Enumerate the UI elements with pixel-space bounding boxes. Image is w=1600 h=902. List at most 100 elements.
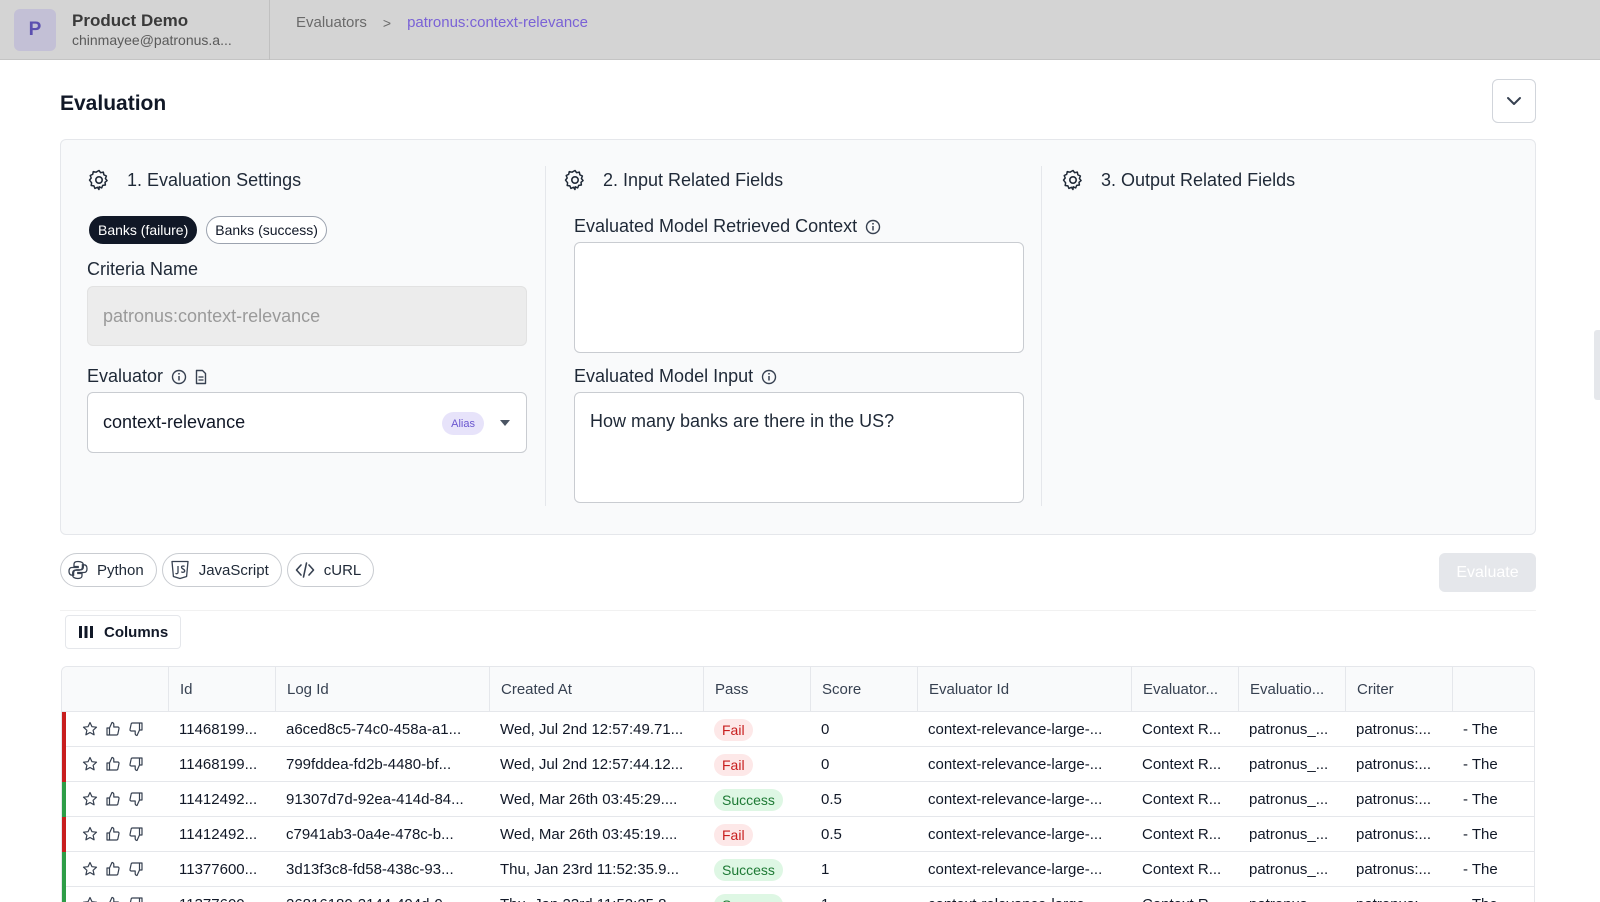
table-row[interactable]: 11412492... 91307d7d-92ea-414d-84... Wed, … — [62, 782, 1534, 817]
cell-text: - The — [1463, 721, 1498, 738]
column-header[interactable]: Evaluator... — [1131, 667, 1238, 712]
evaluation-title: Evaluation — [60, 92, 167, 115]
breadcrumb-separator: > — [382, 14, 392, 31]
cell-text: Context R... — [1142, 791, 1222, 808]
cell-text: 0 — [821, 756, 830, 773]
evaluator-select[interactable]: context-relevance Alias — [87, 392, 527, 453]
python-button[interactable]: Python — [60, 553, 157, 587]
side-panel-handle[interactable] — [1594, 330, 1600, 400]
cell-pass: Success — [703, 782, 810, 817]
cell-text: Context R... — [1142, 721, 1222, 738]
criteria-name-label: Criteria Name — [87, 259, 199, 279]
cell-text: 799fddea-fd2b-4480-bf... — [286, 756, 452, 773]
thumbs-up-icon[interactable] — [105, 896, 121, 902]
cell-text: Wed, Mar 26th 03:45:29.... — [500, 791, 678, 808]
thumbs-up-icon[interactable] — [105, 791, 121, 807]
column-header — [62, 667, 168, 712]
curl-button[interactable]: cURL — [286, 553, 375, 587]
columns-button[interactable]: Columns — [65, 615, 182, 649]
column-header[interactable]: Score — [810, 667, 917, 712]
thumbs-up-icon[interactable] — [105, 756, 121, 772]
python-icon — [68, 560, 88, 580]
evaluation-settings-title: 1. Evaluation Settings — [127, 169, 302, 190]
cell-id: 11412492... — [168, 782, 275, 817]
column-header[interactable]: Created At — [489, 667, 703, 712]
column-header[interactable]: Evaluatio... — [1238, 667, 1345, 712]
cell-text: a6ced8c5-74c0-458a-a1... — [286, 721, 462, 738]
column-header[interactable]: Criter — [1345, 667, 1452, 712]
chip-banks-failure[interactable]: Banks (failure) — [89, 216, 198, 244]
star-icon[interactable] — [82, 756, 98, 772]
breadcrumb-current[interactable]: patronus:context-relevance — [407, 14, 588, 31]
retrieved-context-textarea[interactable] — [574, 242, 1024, 353]
cell-evaluator: Context R... — [1131, 782, 1238, 817]
cell-evaluator-id: context-relevance-large-... — [917, 712, 1131, 747]
table-toolbar-divider — [60, 610, 1536, 611]
table-row[interactable]: 11468199... 799fddea-fd2b-4480-bf... Wed, … — [62, 747, 1534, 782]
cell-text: patronus_... — [1249, 721, 1329, 738]
cell-text: 91307d7d-92ea-414d-84... — [286, 791, 464, 808]
cell-evaluator: Context R... — [1131, 712, 1238, 747]
thumbs-down-icon[interactable] — [128, 826, 144, 842]
table-row[interactable]: 11412492... c7941ab3-0a4e-478c-b... Wed, M… — [62, 817, 1534, 852]
thumbs-up-icon[interactable] — [105, 826, 121, 842]
info-icon[interactable] — [761, 369, 777, 385]
thumbs-down-icon[interactable] — [128, 721, 144, 737]
chip-banks-success[interactable]: Banks (success) — [206, 216, 327, 244]
table-header: Id Log Id Created At Pass Score Evaluator Id E… — [62, 667, 1534, 712]
output-fields-section: 3. Output Related Fields — [1061, 166, 1501, 194]
cell-text: Context R... — [1142, 756, 1222, 773]
thumbs-down-icon[interactable] — [128, 791, 144, 807]
star-icon[interactable] — [82, 791, 98, 807]
column-header[interactable]: Id — [168, 667, 275, 712]
cell-text: 11468199... — [179, 756, 258, 773]
cell-text: 11377600... — [179, 896, 257, 902]
table-row[interactable]: 11377600... 26816180-2144-494d-9... Thu, J… — [62, 887, 1534, 902]
document-icon[interactable] — [193, 369, 209, 385]
info-icon[interactable] — [171, 369, 187, 385]
info-icon[interactable] — [865, 219, 881, 235]
column-header[interactable]: Log Id — [275, 667, 489, 712]
thumbs-down-icon[interactable] — [128, 756, 144, 772]
cell-criteria: patronus:... — [1345, 852, 1452, 887]
thumbs-up-icon[interactable] — [105, 861, 121, 877]
evaluate-button[interactable]: Evaluate — [1439, 553, 1536, 592]
cell-evaluator-id: context-relevance-large-... — [917, 747, 1131, 782]
workspace-switcher[interactable]: P Product Demo chinmayee@patronus.a... — [0, 0, 270, 60]
row-actions — [82, 896, 144, 902]
cell-score: 0.5 — [810, 817, 917, 852]
star-icon[interactable] — [82, 896, 98, 902]
cell-evaluation: patronus_... — [1238, 817, 1345, 852]
thumbs-up-icon[interactable] — [105, 721, 121, 737]
star-icon[interactable] — [82, 826, 98, 842]
cell-created-at: Thu, Jan 23rd 11:52:25.8... — [489, 887, 703, 902]
collapse-button[interactable] — [1492, 79, 1536, 123]
table-row[interactable]: 11468199... a6ced8c5-74c0-458a-a1... Wed, … — [62, 712, 1534, 747]
cell-evaluation: patronus_... — [1238, 887, 1345, 902]
input-fields-section: 2. Input Related Fields — [563, 166, 1003, 194]
cell-text: 1 — [821, 861, 830, 878]
table-row[interactable]: 11377600... 3d13f3c8-fd58-438c-93... Thu, … — [62, 852, 1534, 887]
row-actions — [82, 791, 144, 807]
star-icon[interactable] — [82, 861, 98, 877]
breadcrumb-evaluators[interactable]: Evaluators — [296, 14, 367, 31]
code-snippet-buttons: Python JavaScript cURL — [60, 553, 375, 587]
thumbs-down-icon[interactable] — [128, 861, 144, 877]
cell-pass: Fail — [703, 817, 810, 852]
columns-label: Columns — [104, 623, 169, 641]
pass-badge: Success — [714, 858, 783, 881]
star-icon[interactable] — [82, 721, 98, 737]
status-indicator-bar — [62, 712, 66, 747]
settings-gear-icon — [88, 169, 108, 191]
column-header[interactable]: Evaluator Id — [917, 667, 1131, 712]
column-header[interactable]: Pass — [703, 667, 810, 712]
model-input-textarea[interactable]: How many banks are there in the US? — [574, 392, 1024, 503]
thumbs-down-icon[interactable] — [128, 896, 144, 902]
javascript-button[interactable]: JavaScript — [161, 553, 282, 587]
javascript-icon — [171, 560, 189, 580]
cell-text: 0.5 — [821, 826, 842, 843]
cell-text: c7941ab3-0a4e-478c-b... — [286, 826, 454, 843]
cell-pass: Fail — [703, 747, 810, 782]
model-input-label-text: Evaluated Model Input — [574, 366, 754, 386]
alias-badge: Alias — [442, 412, 484, 435]
